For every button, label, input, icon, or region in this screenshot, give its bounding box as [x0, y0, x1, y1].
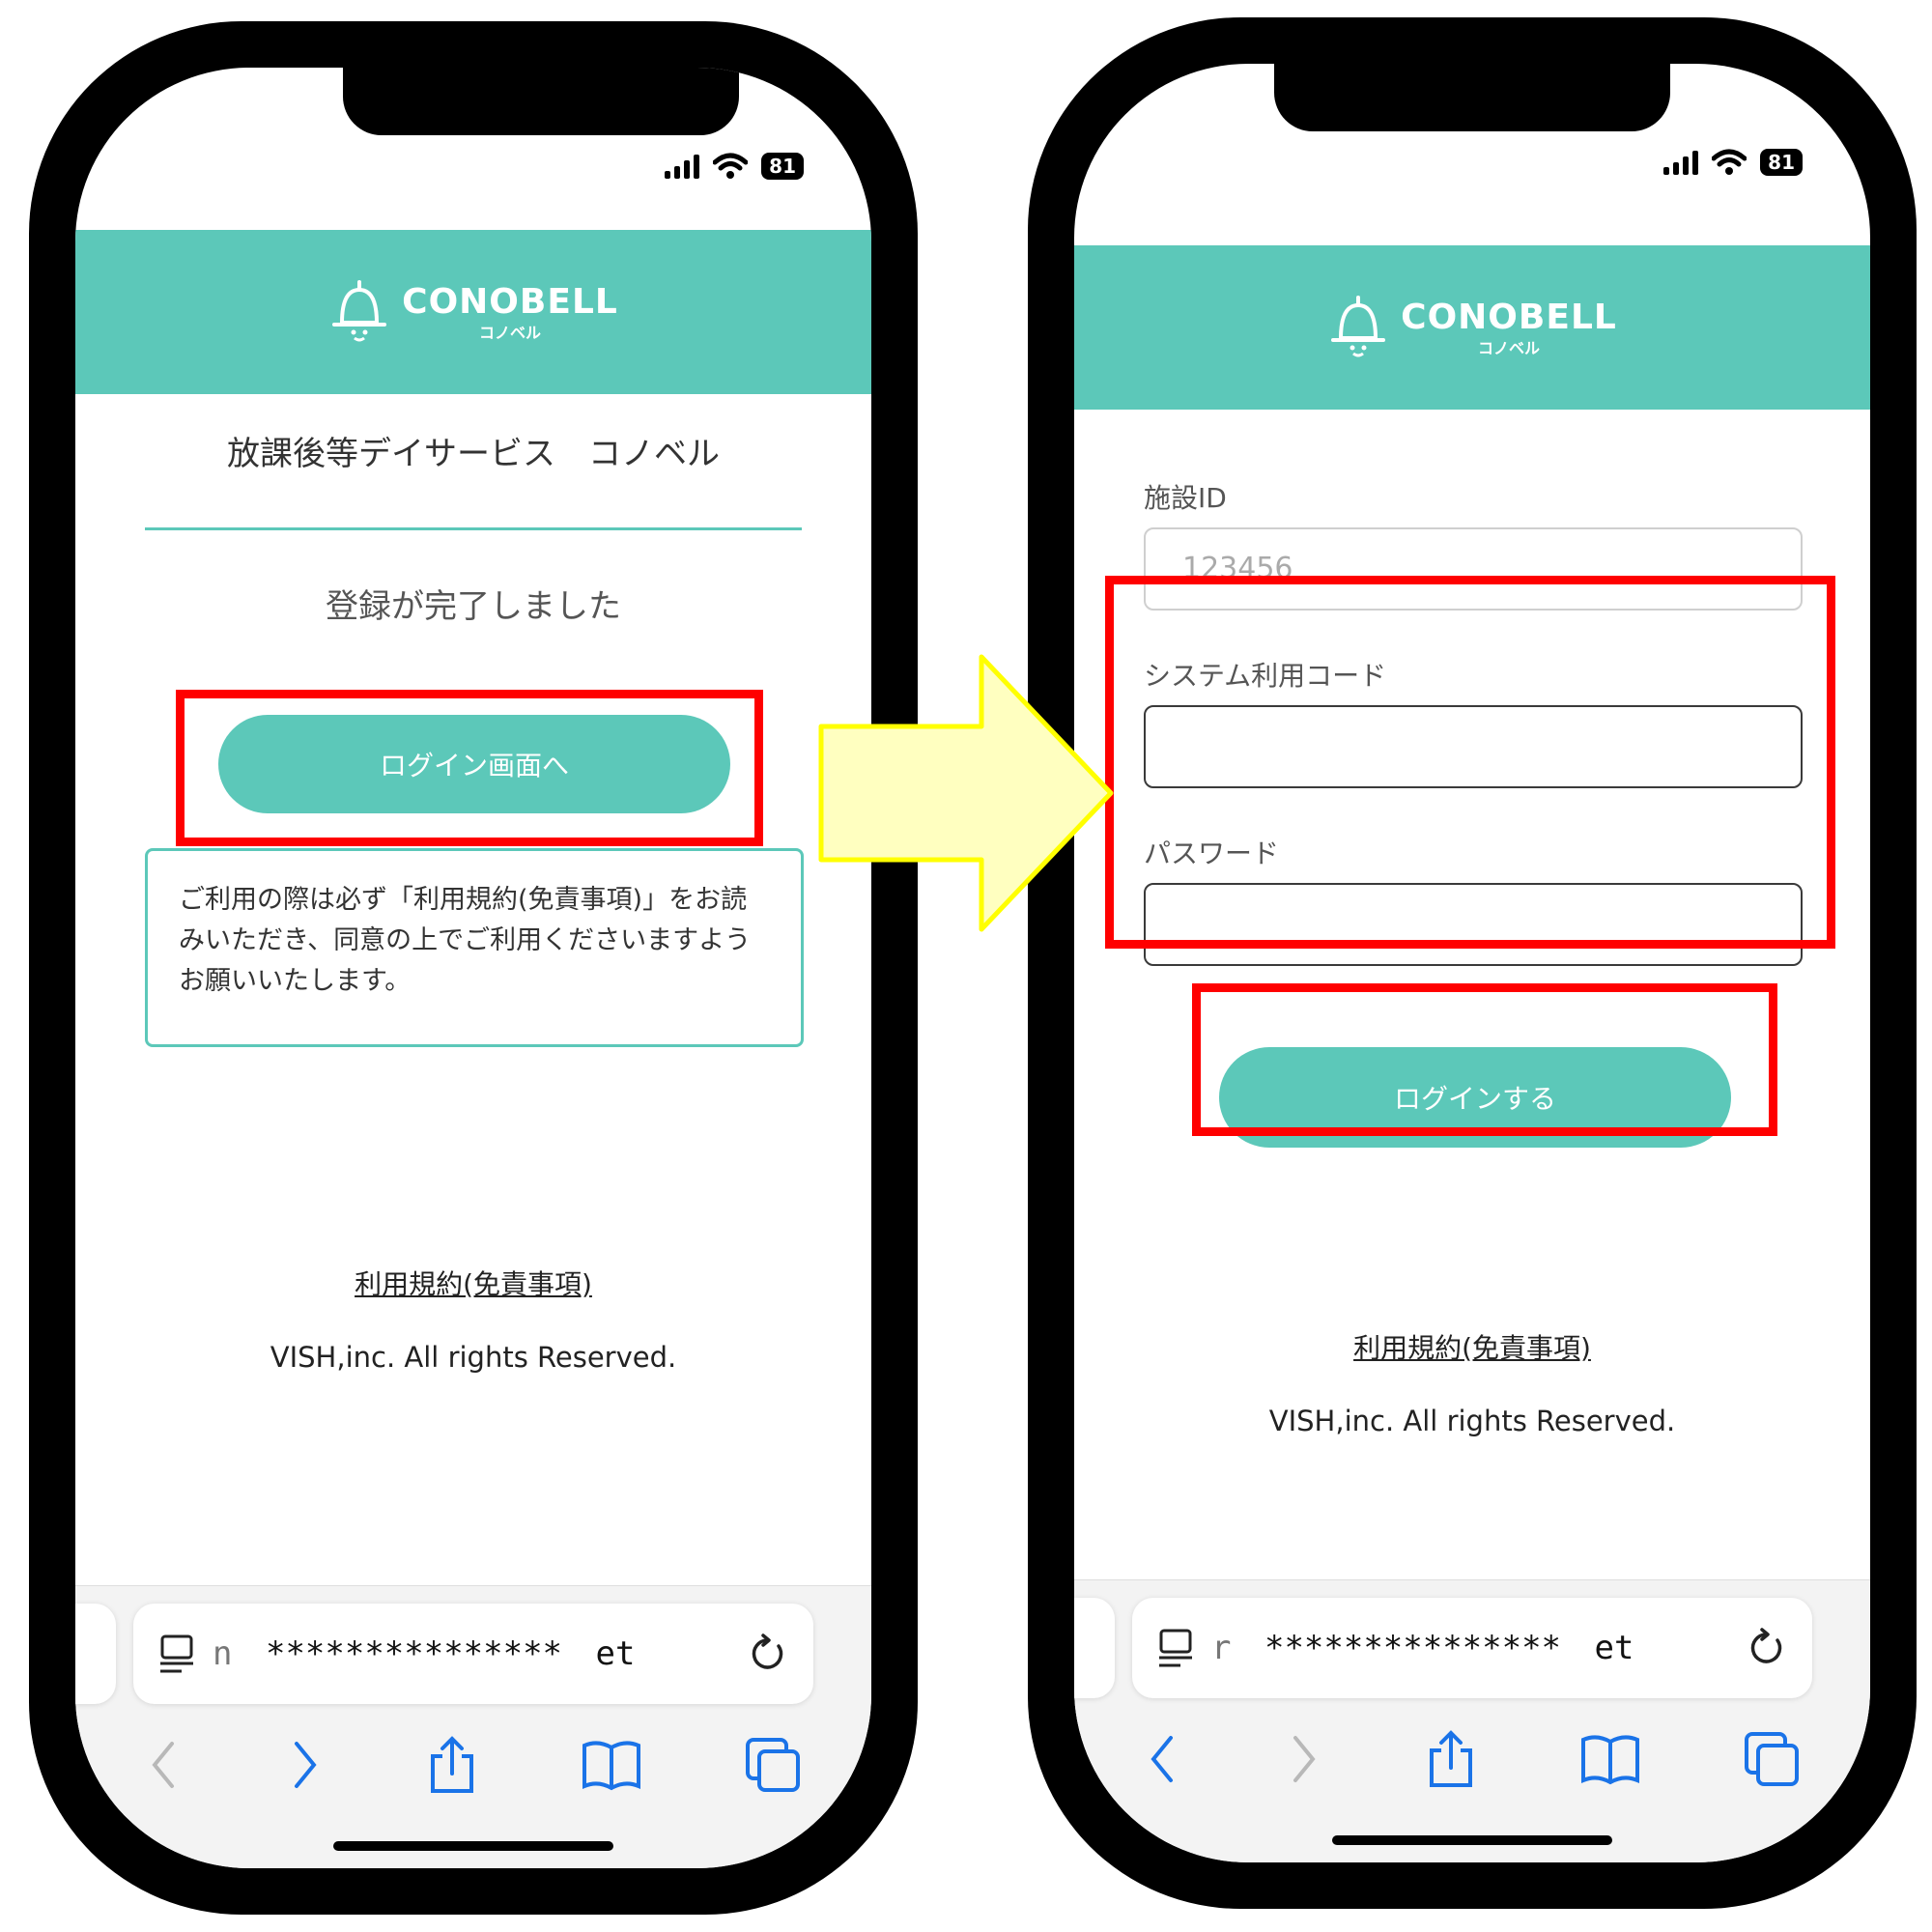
safari-toolbar: [1074, 1716, 1870, 1803]
notch: [343, 68, 739, 135]
signal-icon: [665, 154, 700, 179]
safari-toolbar: [75, 1721, 871, 1808]
wifi-icon: [1712, 149, 1747, 175]
tabs-icon[interactable]: [1743, 1730, 1801, 1788]
header-banner: CONOBELL コノベル: [1074, 245, 1870, 410]
bell-logo-icon: [1331, 296, 1386, 357]
url-text[interactable]: r *************** et: [1211, 1629, 1748, 1667]
status-bar: 81: [1663, 149, 1803, 176]
brand-name: CONOBELL: [402, 281, 618, 322]
safari-bottom-bar: n *************** et: [75, 1585, 871, 1868]
left-phone-screen: 81 CONOBELL コノベル 放課後等デイサービス コノベル 登録が完了しま…: [75, 68, 871, 1868]
highlight-login-screen-button: [176, 690, 763, 846]
reload-icon[interactable]: [750, 1633, 788, 1675]
share-icon[interactable]: [425, 1735, 479, 1795]
previous-tab-edge[interactable]: [75, 1604, 116, 1704]
safari-bottom-bar: r *************** et: [1074, 1579, 1870, 1862]
home-indicator: [333, 1841, 613, 1851]
url-prefix: r: [1211, 1629, 1232, 1667]
tabs-icon[interactable]: [744, 1736, 802, 1794]
arrow-right-icon: [818, 654, 1114, 932]
battery-icon: 81: [761, 153, 804, 180]
copyright: VISH,inc. All rights Reserved.: [1268, 1405, 1676, 1437]
home-indicator: [1332, 1835, 1612, 1845]
brand-kana: コノベル: [1477, 338, 1540, 357]
brand-kana: コノベル: [478, 323, 541, 342]
url-masked: ***************: [265, 1634, 563, 1673]
back-icon[interactable]: [145, 1738, 184, 1792]
terms-link[interactable]: 利用規約(免責事項): [1074, 1327, 1870, 1366]
completion-message: 登録が完了しました: [326, 587, 621, 626]
facility-name: 放課後等デイサービス コノベル: [227, 435, 720, 473]
url-text[interactable]: n *************** et: [213, 1634, 750, 1673]
forward-icon[interactable]: [1284, 1732, 1322, 1786]
header-banner: CONOBELL コノベル: [75, 230, 871, 394]
highlight-credential-fields: [1105, 576, 1835, 949]
right-phone-frame: 81 CONOBELL コノベル 施設ID 123456 システム利用コード パ…: [1028, 17, 1917, 1909]
wifi-icon: [713, 153, 749, 179]
highlight-login-button: [1192, 983, 1777, 1136]
tabs-menu-icon[interactable]: [1157, 1627, 1196, 1669]
brand-logo: CONOBELL コノベル: [1327, 294, 1617, 361]
url-masked: ***************: [1264, 1629, 1562, 1667]
share-icon[interactable]: [1424, 1729, 1478, 1789]
bookmarks-icon[interactable]: [581, 1738, 642, 1792]
back-icon[interactable]: [1144, 1732, 1182, 1786]
copyright: VISH,inc. All rights Reserved.: [270, 1341, 677, 1374]
address-bar[interactable]: r *************** et: [1132, 1598, 1812, 1698]
bell-logo-icon: [332, 280, 387, 342]
url-prefix: n: [213, 1634, 233, 1673]
divider: [145, 527, 802, 530]
notice-text: ご利用の際は必ず「利用規約(免責事項)」をお読みいただき、同意の上でご利用くださ…: [179, 885, 752, 996]
left-phone-frame: 81 CONOBELL コノベル 放課後等デイサービス コノベル 登録が完了しま…: [29, 21, 918, 1915]
address-bar[interactable]: n *************** et: [133, 1604, 813, 1704]
bookmarks-icon[interactable]: [1579, 1732, 1641, 1786]
url-suffix: et: [595, 1634, 636, 1673]
tabs-menu-icon[interactable]: [158, 1633, 197, 1675]
status-bar: 81: [665, 153, 804, 180]
right-phone-screen: 81 CONOBELL コノベル 施設ID 123456 システム利用コード パ…: [1074, 64, 1870, 1862]
terms-link[interactable]: 利用規約(免責事項): [75, 1264, 871, 1302]
forward-icon[interactable]: [285, 1738, 324, 1792]
url-suffix: et: [1594, 1629, 1634, 1667]
previous-tab-edge[interactable]: [1074, 1598, 1115, 1698]
reload-icon[interactable]: [1748, 1627, 1787, 1669]
notch: [1274, 64, 1670, 131]
notice-box: ご利用の際は必ず「利用規約(免責事項)」をお読みいただき、同意の上でご利用くださ…: [145, 848, 804, 1047]
brand-logo: CONOBELL コノベル: [328, 278, 618, 346]
facility-id-label: 施設ID: [1144, 482, 1227, 514]
signal-icon: [1663, 150, 1699, 175]
brand-name: CONOBELL: [1401, 297, 1617, 337]
battery-icon: 81: [1760, 149, 1803, 176]
